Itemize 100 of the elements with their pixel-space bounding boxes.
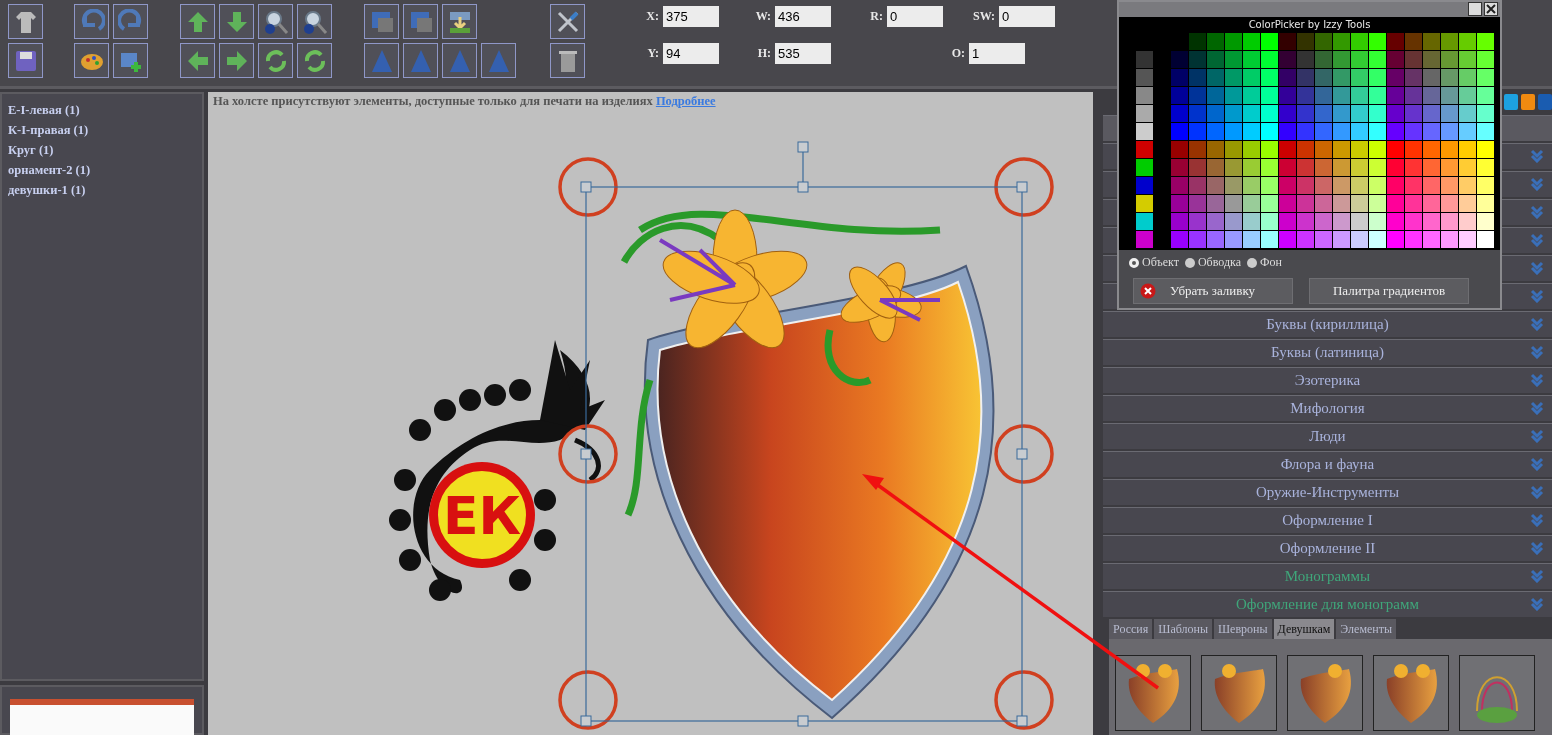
chevron-down-icon [1530, 345, 1544, 359]
chevron-down-icon [1530, 177, 1544, 191]
notice-text: На холсте присутствуют элементы, доступные только для печати на изделиях Подробнее [213, 94, 716, 109]
chevron-down-icon [1530, 457, 1544, 471]
color-palette-column[interactable] [1136, 51, 1153, 248]
field-label: H: [756, 46, 771, 61]
chevron-down-icon [1530, 233, 1544, 247]
chevron-down-icon [1530, 429, 1544, 443]
chevron-down-icon [1530, 149, 1544, 163]
layer-item[interactable]: К-I-правая (1) [8, 120, 196, 140]
toolbar-button[interactable] [550, 4, 585, 39]
field-label: R: [869, 9, 883, 24]
field-label: O: [950, 46, 965, 61]
toolbar-button[interactable] [219, 43, 254, 78]
category-row[interactable]: Флора и фауна [1103, 451, 1552, 477]
category-row[interactable]: Оформление для монограмм [1103, 591, 1552, 617]
tab[interactable]: Девушкам [1273, 619, 1335, 639]
field-label: W: [754, 9, 771, 24]
layer-item[interactable]: орнамент-2 (1) [8, 160, 196, 180]
toolbar-button[interactable] [403, 4, 438, 39]
picker-button[interactable]: Палитра градиентов [1309, 278, 1469, 304]
zoom-out-icon [301, 8, 328, 35]
category-row[interactable]: Буквы (латиница) [1103, 339, 1552, 365]
toolbar-button[interactable] [258, 4, 293, 39]
input-field[interactable]: 436 [775, 6, 831, 27]
toolbar-button[interactable] [442, 4, 477, 39]
chevron-down-icon [1530, 513, 1544, 527]
toolbar-button[interactable] [258, 43, 293, 78]
toolbar-button[interactable] [8, 43, 43, 78]
minimize-button[interactable] [1468, 2, 1482, 16]
layer-item[interactable]: Круг (1) [8, 140, 196, 160]
highlight-circle [558, 670, 618, 730]
toolbar-button[interactable] [442, 43, 477, 78]
category-row[interactable]: Люди [1103, 423, 1552, 449]
category-row[interactable]: Оформление I [1103, 507, 1552, 533]
toolbar-button[interactable] [8, 4, 43, 39]
highlight-circle [994, 424, 1054, 484]
design-thumbnail[interactable] [1201, 655, 1277, 731]
toolbar-button[interactable] [74, 43, 109, 78]
radio-option[interactable]: Обводка [1184, 255, 1241, 270]
category-row[interactable]: Оружие-Инструменты [1103, 479, 1552, 505]
highlight-circle [994, 670, 1054, 730]
chevron-down-icon [1530, 485, 1544, 499]
toolbar-button[interactable] [550, 43, 585, 78]
highlight-circle [994, 157, 1054, 217]
toolbar-button[interactable] [180, 4, 215, 39]
chevron-down-icon [1530, 317, 1544, 331]
toolbar-button[interactable] [74, 4, 109, 39]
toolbar-button[interactable] [113, 43, 148, 78]
selection-frame[interactable] [580, 141, 1028, 727]
toolbar-button[interactable] [364, 43, 399, 78]
field-label: Y: [646, 46, 659, 61]
toolbar-button[interactable] [364, 4, 399, 39]
field-label: X: [645, 9, 659, 24]
color-palette-grid[interactable] [1171, 33, 1494, 248]
chevron-down-icon [1530, 541, 1544, 555]
category-row[interactable]: Мифология [1103, 395, 1552, 421]
monogram-letters: ЕК [443, 486, 521, 546]
design-thumbnail[interactable] [1115, 655, 1191, 731]
layer-item[interactable]: девушки-1 (1) [8, 180, 196, 200]
tab[interactable]: Элементы [1336, 619, 1397, 639]
toolbar-button[interactable] [297, 4, 332, 39]
category-row[interactable]: Монограммы [1103, 563, 1552, 589]
category-row[interactable]: Буквы (кириллица) [1103, 311, 1552, 337]
design-thumbnail[interactable] [1373, 655, 1449, 731]
design-thumbnail[interactable] [1287, 655, 1363, 731]
toolbar-button[interactable] [297, 43, 332, 78]
chevron-down-icon [1530, 261, 1544, 275]
layer-item[interactable]: Е-I-левая (1) [8, 100, 196, 120]
toolbar-button[interactable] [113, 4, 148, 39]
toolbar-button[interactable] [180, 43, 215, 78]
chevron-down-icon [1530, 569, 1544, 583]
chevron-down-icon [1530, 289, 1544, 303]
chevron-down-icon [1530, 401, 1544, 415]
category-row[interactable]: Эзотерика [1103, 367, 1552, 393]
tab[interactable]: Шевроны [1214, 619, 1272, 639]
radio-option[interactable]: Фон [1247, 255, 1282, 270]
input-field[interactable]: 0 [999, 6, 1055, 27]
tab[interactable]: Россия [1109, 619, 1153, 639]
toolbar-button[interactable] [481, 43, 516, 78]
close-icon [1140, 283, 1156, 299]
design-thumbnail[interactable] [1459, 655, 1535, 731]
field-label: SW: [973, 9, 995, 24]
input-field[interactable]: 94 [663, 43, 719, 64]
zoom-in-icon [262, 8, 289, 35]
picker-button[interactable]: Убрать заливку [1133, 278, 1293, 304]
input-field[interactable]: 0 [887, 6, 943, 27]
category-row[interactable]: Оформление II [1103, 535, 1552, 561]
highlight-circle [558, 424, 618, 484]
close-button[interactable] [1484, 2, 1498, 16]
toolbar-button[interactable] [219, 4, 254, 39]
input-field[interactable]: 535 [775, 43, 831, 64]
toolbar-button[interactable] [403, 43, 438, 78]
window-title: ColorPicker by Izzy Tools [1247, 18, 1372, 32]
chevron-down-icon [1530, 373, 1544, 387]
tab[interactable]: Шаблоны [1154, 619, 1212, 639]
highlight-circle [558, 157, 618, 217]
input-field[interactable]: 375 [663, 6, 719, 27]
radio-option[interactable]: Объект [1129, 255, 1179, 270]
input-field[interactable]: 1 [969, 43, 1025, 64]
